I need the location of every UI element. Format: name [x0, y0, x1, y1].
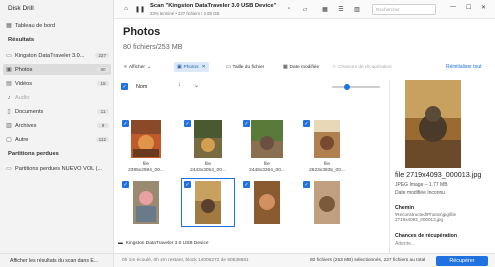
star-icon: ✩	[332, 64, 337, 70]
chances-filter-button[interactable]: ✩ Chances de récupération	[329, 62, 395, 72]
show-results-in-explorer-link[interactable]: Afficher les résultats du scan dans E...	[0, 253, 114, 267]
thumbnail-6[interactable]: ✓	[181, 178, 235, 227]
image-icon: ▣	[6, 67, 12, 73]
details-panel: file 2719x4093_000013.jpg JPEG Image – 1…	[389, 80, 495, 253]
list-view-icon[interactable]: ☰	[336, 4, 346, 14]
details-chances: Attente...	[395, 241, 416, 247]
details-path-heading: Chemin	[395, 205, 415, 211]
drive-icon: ▬	[118, 240, 123, 246]
thumbnail-checkbox[interactable]: ✓	[243, 181, 250, 188]
partition-icon: ▭	[6, 166, 12, 172]
chevron-down-icon: ⌄	[147, 64, 152, 70]
thumbnail-7[interactable]: ✓	[242, 180, 292, 225]
details-chances-heading: Chances de récupération	[395, 233, 457, 239]
search-input[interactable]: Rechercher	[372, 4, 436, 15]
image-icon: ▣	[177, 64, 182, 70]
calendar-icon: ▦	[283, 64, 288, 70]
thumbnail-checkbox[interactable]: ✓	[122, 120, 129, 127]
details-title: file 2719x4093_000013.jpg	[395, 170, 482, 179]
preview-image	[405, 80, 461, 168]
video-icon: ▤	[6, 81, 12, 87]
music-icon: ♪	[7, 94, 11, 101]
details-type: JPEG Image – 1.77 MB	[395, 182, 448, 188]
details-path: \Reconstructed\Photos\jpg\file 2719x4093…	[395, 212, 457, 223]
grid-view-icon[interactable]: ▦	[320, 4, 330, 14]
scan-title: Scan "Kingston DataTraveler 3.0 USB Devi…	[150, 3, 277, 9]
photos-filter-chip[interactable]: ▣ Photos ✕	[174, 62, 209, 72]
filter-icon: ≡	[124, 64, 127, 70]
maximize-icon[interactable]: ☐	[466, 4, 471, 11]
thumbnail-label-1: file 2395x2994_00...	[128, 162, 164, 173]
show-filter-button[interactable]: ≡ Afficher ⌄	[121, 62, 154, 72]
thumbnail-checkbox[interactable]: ✓	[122, 181, 129, 188]
date-filter-button[interactable]: ▦ Date modifiée	[280, 62, 322, 72]
folder-icon[interactable]: ▱	[300, 4, 310, 14]
close-icon[interactable]: ✕	[201, 65, 205, 70]
thumbnail-2[interactable]: ✓	[183, 119, 233, 159]
thumbnail-checkbox[interactable]: ✓	[303, 120, 310, 127]
thumbnail-label-3: file 2448x3264_00...	[249, 162, 285, 173]
drive-icon: ▭	[6, 53, 12, 59]
results-section-title: Résultats	[8, 37, 35, 43]
thumbnail-label-2: file 2443x3054_00...	[190, 162, 226, 173]
scan-progress: 23% terminé • 227 fichiers / 2.88 GB	[150, 11, 220, 16]
sidebar-item-videos[interactable]: ▤ Vidéos 15	[3, 78, 111, 89]
thumbnail-1[interactable]: ✓	[121, 119, 171, 159]
thumbnail-3[interactable]: ✓	[242, 119, 292, 159]
sidebar: Disk Drill ▦ Tableau de bord Résultats ▭…	[0, 0, 114, 267]
thumbnail-checkbox[interactable]: ✓	[243, 120, 250, 127]
device-strip: ▬ Kingston DataTraveler 3.0 USB Device	[114, 238, 389, 248]
scan-status-text: 0h 1m écoulé, 0h 4m restant, block 14006…	[122, 258, 249, 263]
sidebar-item-lost-partition[interactable]: ▭ Partitions perdues NUEVO VOL (...	[3, 163, 111, 174]
sidebar-item-archives[interactable]: ▥ Archives 9	[3, 120, 111, 131]
zoom-slider-handle[interactable]	[344, 83, 350, 90]
status-bar: 0h 1m écoulé, 0h 4m restant, block 14006…	[114, 253, 495, 267]
size-icon: ▭	[226, 64, 231, 70]
details-date: Date modifiée Inconnu	[395, 190, 446, 196]
recover-button[interactable]: Récupérer	[436, 256, 488, 266]
page-title: Photos	[123, 26, 161, 38]
sidebar-item-device[interactable]: ▭ Kingston DataTraveler 3.0... 227	[3, 50, 111, 61]
chevron-down-icon[interactable]: ⌄	[194, 82, 199, 89]
zoom-slider[interactable]	[332, 83, 380, 90]
document-icon: ▯	[7, 109, 11, 115]
thumbnail-checkbox[interactable]: ✓	[184, 120, 191, 127]
app-title: Disk Drill	[8, 5, 34, 12]
reset-all-link[interactable]: Réinitialiser tout	[446, 64, 482, 70]
save-session-icon[interactable]: ▫	[284, 4, 294, 14]
thumbnail-8[interactable]: ✓	[302, 180, 352, 225]
archive-icon: ▥	[6, 123, 12, 129]
page-subtitle: 80 fichiers/253 MB	[123, 42, 183, 51]
minimize-icon[interactable]: —	[450, 4, 456, 10]
size-filter-button[interactable]: ▭ Taille du fichier	[223, 62, 267, 72]
sidebar-item-audio[interactable]: ♪ Audio	[3, 92, 111, 103]
sidebar-item-documents[interactable]: ▯ Documents 11	[3, 106, 111, 117]
sidebar-item-photos[interactable]: ▣ Photos 80	[3, 64, 111, 75]
list-header: ✓ Nom ↓ ⌄	[114, 79, 389, 91]
sidebar-item-dashboard[interactable]: ▦ Tableau de bord	[3, 20, 111, 31]
main-content: Photos 80 fichiers/253 MB ≡ Afficher ⌄ ▣…	[114, 19, 482, 253]
lost-partitions-title: Partitions perdues	[8, 151, 59, 157]
pause-icon[interactable]: ❚❚	[135, 4, 145, 14]
dashboard-icon: ▦	[6, 23, 12, 29]
home-icon[interactable]: ⌂	[121, 4, 131, 14]
filter-bar: ≡ Afficher ⌄ ▣ Photos ✕ ▭ Taille du fich…	[114, 60, 495, 74]
thumbnail-4[interactable]: ✓	[302, 119, 352, 159]
sidebar-item-other[interactable]: ▢ Autre 112	[3, 134, 111, 145]
columns-view-icon[interactable]: ▥	[352, 4, 362, 14]
top-bar: ⌂ ❚❚ Scan "Kingston DataTraveler 3.0 USB…	[114, 0, 495, 19]
thumbnail-label-4: file 2623x3935_00...	[309, 162, 345, 173]
select-all-checkbox[interactable]: ✓	[121, 83, 128, 90]
thumbnail-5[interactable]: ✓	[121, 180, 171, 225]
sort-arrow-icon[interactable]: ↓	[178, 82, 181, 88]
close-icon[interactable]: ✕	[481, 4, 486, 11]
column-name[interactable]: Nom	[136, 84, 147, 90]
selection-summary: 80 fichiers (253 MB) sélectionnés, 227 f…	[310, 258, 426, 263]
thumbnail-checkbox[interactable]: ✓	[184, 181, 191, 188]
file-icon: ▢	[6, 137, 12, 143]
thumbnail-checkbox[interactable]: ✓	[303, 181, 310, 188]
